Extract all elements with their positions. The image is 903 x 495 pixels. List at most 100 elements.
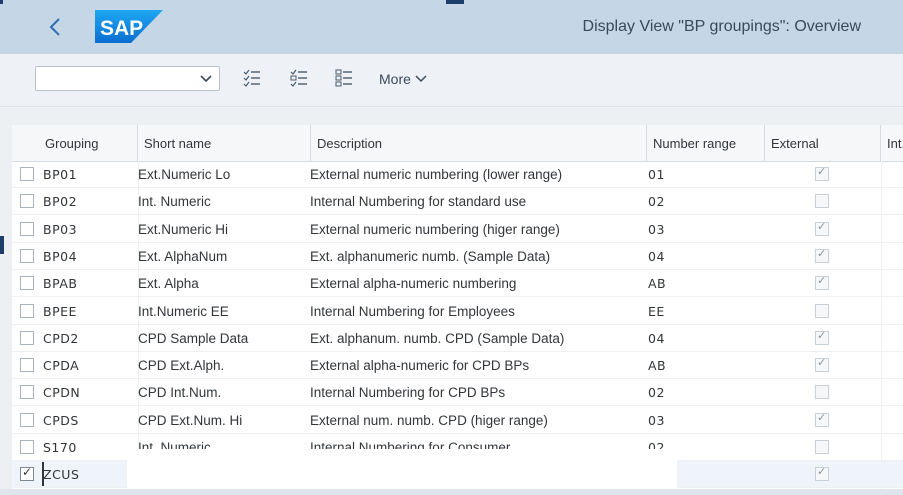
col-description[interactable]: Description (311, 125, 647, 161)
external-checkbox (815, 356, 829, 373)
row-select-checkbox[interactable] (20, 465, 34, 482)
row-select-checkbox[interactable] (20, 358, 34, 373)
table-row[interactable]: CPDS CPD Ext.Num. Hi External num. numb. C… (12, 407, 903, 434)
chevron-down-icon (415, 75, 427, 83)
short-name-cell: Int.Numeric EE (138, 303, 229, 319)
chevron-down-icon (200, 75, 212, 83)
description-cell: Ext. alphanumeric numb. (Sample Data) (310, 248, 551, 264)
description-cell: External alpha-numeric numbering (310, 276, 517, 292)
number-range-cell: AB (648, 276, 667, 292)
grouping-cell: BP01 (43, 167, 78, 182)
description-cell: Internal Numbering for Employees (310, 303, 515, 319)
groupings-table: Grouping Short name Description Number r… (12, 125, 903, 495)
page-title: Display View "BP groupings": Overview (582, 18, 861, 35)
number-range-cell: 04 (648, 248, 665, 264)
number-range-cell: 04 (648, 330, 665, 346)
description-cell: External num. numb. CPD (higer range) (310, 412, 548, 428)
number-range-cell: 03 (648, 221, 665, 237)
more-menu-button[interactable]: More (379, 71, 427, 87)
short-name-cell: Ext. AlphaNum (138, 248, 228, 264)
table-row[interactable]: BP02 Int. Numeric Internal Numbering for s… (12, 188, 903, 216)
redaction-overlay (127, 449, 677, 489)
grouping-cell: BP02 (43, 194, 78, 210)
row-select-checkbox[interactable] (20, 440, 34, 454)
col-number-range[interactable]: Number range (647, 125, 765, 161)
row-select-checkbox[interactable] (20, 221, 34, 236)
col-short-name[interactable]: Short name (138, 125, 311, 161)
external-checkbox (815, 465, 829, 482)
table-row[interactable]: BP04 Ext. AlphaNum Ext. alphanumeric numb.… (12, 243, 903, 270)
description-cell: Internal Numbering for CPD BPs (310, 385, 506, 401)
shell-bar: SAP Display View "BP groupings": Overvie… (0, 0, 903, 54)
row-select-checkbox[interactable] (20, 303, 34, 318)
select-all-icon[interactable] (242, 68, 262, 88)
table-row[interactable]: CPDN CPD Int.Num. Internal Numbering for C… (12, 379, 903, 407)
col-external[interactable]: External (765, 125, 881, 161)
number-range-cell: 03 (648, 412, 665, 428)
sap-logo[interactable]: SAP (95, 10, 163, 43)
variant-select[interactable] (35, 66, 220, 91)
number-range-cell: 02 (648, 194, 665, 210)
number-range-cell: 02 (648, 385, 665, 401)
description-cell: External numeric numbering (higer range) (310, 221, 560, 237)
short-name-cell: Ext. Alpha (138, 276, 199, 292)
external-checkbox (815, 194, 829, 209)
short-name-cell: CPD Sample Data (138, 330, 249, 346)
table-row[interactable]: BPAB Ext. Alpha External alpha-numeric num… (12, 270, 903, 298)
description-cell: External alpha-numeric for CPD BPs (310, 358, 530, 374)
external-checkbox (815, 329, 829, 345)
grouping-cell: ZCUS (43, 467, 80, 483)
row-select-checkbox[interactable] (20, 330, 34, 345)
grouping-cell: BP03 (43, 221, 78, 237)
svg-text:SAP: SAP (100, 17, 143, 40)
external-checkbox (815, 440, 829, 454)
number-range-cell: EE (648, 303, 665, 319)
grouping-cell: S170 (43, 440, 77, 455)
table-row[interactable]: BP01 Ext.Numeric Lo External numeric numbe… (12, 161, 903, 188)
table-row[interactable]: CPDA CPD Ext.Alph. External alpha-numeric … (12, 352, 903, 380)
grouping-cell: CPD2 (43, 330, 79, 346)
short-name-cell: Ext.Numeric Lo (138, 167, 231, 182)
back-button[interactable] (44, 12, 66, 42)
col-grouping[interactable]: Grouping (12, 125, 138, 161)
row-select-checkbox[interactable] (20, 385, 34, 400)
deselect-all-icon[interactable] (334, 68, 354, 88)
short-name-cell: CPD Int.Num. (138, 385, 222, 401)
table-row[interactable]: BPEE Int.Numeric EE Internal Numbering for… (12, 298, 903, 325)
text-cursor (42, 462, 44, 486)
row-select-checkbox[interactable] (20, 412, 34, 427)
grouping-cell: CPDS (43, 412, 79, 428)
external-checkbox (815, 411, 829, 427)
description-cell: External numeric numbering (lower range) (310, 167, 563, 182)
row-select-checkbox[interactable] (20, 194, 34, 209)
grouping-cell: BPEE (43, 303, 77, 319)
number-range-cell: 01 (648, 167, 665, 182)
description-cell: Internal Numbering for standard use (310, 194, 527, 210)
select-block-icon[interactable] (289, 68, 309, 88)
external-checkbox (815, 385, 829, 400)
chevron-left-icon (49, 18, 60, 36)
short-name-cell: Int. Numeric (138, 194, 211, 210)
table-header: Grouping Short name Description Number r… (12, 125, 903, 162)
description-cell: Ext. alphanum. numb. CPD (Sample Data) (310, 330, 565, 346)
row-select-checkbox[interactable] (20, 248, 34, 263)
bottom-edge (0, 489, 903, 495)
row-select-checkbox[interactable] (20, 167, 34, 181)
grouping-cell: BPAB (43, 276, 78, 292)
more-label: More (379, 71, 411, 87)
grouping-cell: CPDA (43, 358, 80, 374)
table-row[interactable]: CPD2 CPD Sample Data Ext. alphanum. numb. … (12, 325, 903, 352)
row-select-checkbox[interactable] (20, 276, 34, 291)
table-row[interactable]: BP03 Ext.Numeric Hi External numeric numbe… (12, 216, 903, 243)
number-range-cell: AB (648, 358, 667, 374)
short-name-cell: CPD Ext.Alph. (138, 358, 225, 374)
external-checkbox (815, 247, 829, 263)
grouping-cell: BP04 (43, 248, 78, 264)
grouping-cell: CPDN (43, 385, 81, 401)
external-checkbox (815, 220, 829, 236)
short-name-cell: Ext.Numeric Hi (138, 221, 229, 237)
short-name-cell: CPD Ext.Num. Hi (138, 412, 243, 428)
col-internal[interactable]: Int. (881, 125, 903, 161)
external-checkbox (815, 303, 829, 318)
external-checkbox (815, 274, 829, 291)
